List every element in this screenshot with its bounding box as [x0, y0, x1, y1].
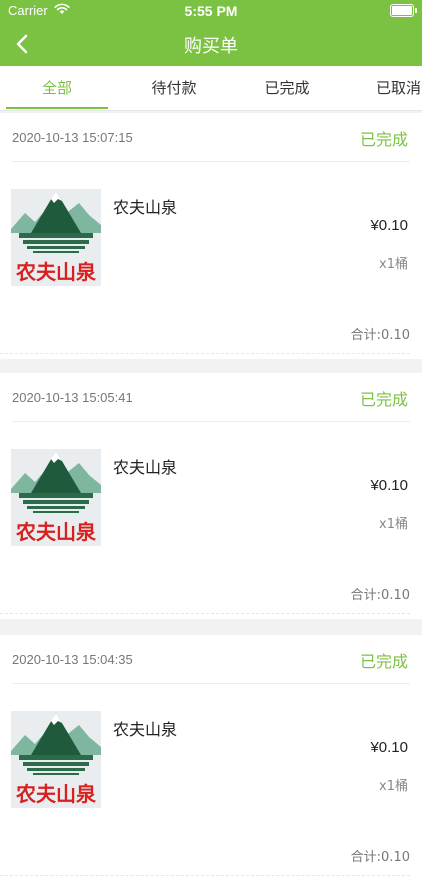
tab-pending-payment[interactable]: 待付款	[120, 66, 228, 110]
divider	[12, 161, 410, 162]
order-card[interactable]: 2020-10-13 15:07:15 已完成 农夫山泉 农夫山泉 ¥0.10 …	[0, 113, 422, 359]
order-card[interactable]: 2020-10-13 15:04:35 已完成 农夫山泉 农夫山泉 ¥0.10 …	[0, 635, 422, 881]
product-quantity: x1桶	[379, 257, 408, 272]
product-image: 农夫山泉	[11, 711, 101, 808]
divider	[12, 683, 410, 684]
order-status: 已完成	[359, 652, 408, 671]
order-time: 2020-10-13 15:04:35	[12, 652, 133, 667]
battery-level	[392, 6, 412, 15]
product-image: 农夫山泉	[11, 189, 101, 286]
product-name: 农夫山泉	[113, 720, 178, 739]
tab-cancelled[interactable]: 已取消	[376, 66, 422, 110]
page-title: 购买单	[184, 36, 238, 57]
order-total: 合计:0.10	[350, 850, 410, 865]
status-time: 5:55 PM	[184, 3, 238, 19]
brand-logo-text: 农夫山泉	[15, 782, 97, 806]
brand-logo-text: 农夫山泉	[15, 260, 97, 284]
product-price: ¥0.10	[370, 477, 408, 494]
product-price: ¥0.10	[370, 739, 408, 756]
order-status: 已完成	[359, 130, 408, 149]
product-name: 农夫山泉	[113, 198, 178, 217]
order-time: 2020-10-13 15:07:15	[12, 130, 133, 145]
product-quantity: x1桶	[379, 517, 408, 532]
dashed-divider	[0, 613, 410, 614]
order-total: 合计:0.10	[350, 328, 410, 343]
product-price: ¥0.10	[370, 217, 408, 234]
active-tab-indicator	[6, 107, 108, 109]
order-card[interactable]: 2020-10-13 15:05:41 已完成 农夫山泉 农夫山泉 ¥0.10 …	[0, 373, 422, 619]
product-image: 农夫山泉	[11, 449, 101, 546]
status-bar: Carrier 5:55 PM	[0, 0, 422, 22]
order-total: 合计:0.10	[350, 588, 410, 603]
divider	[12, 421, 410, 422]
order-status: 已完成	[359, 390, 408, 409]
product-quantity: x1桶	[379, 779, 408, 794]
dashed-divider	[0, 875, 410, 876]
dashed-divider	[0, 353, 410, 354]
product-name: 农夫山泉	[113, 458, 178, 477]
order-time: 2020-10-13 15:05:41	[12, 390, 133, 405]
battery-icon	[390, 4, 417, 17]
tab-all[interactable]: 全部	[6, 66, 108, 110]
nav-bar: 购买单	[0, 22, 422, 66]
brand-logo-text: 农夫山泉	[15, 520, 97, 544]
tab-completed[interactable]: 已完成	[235, 66, 339, 110]
app-header: Carrier 5:55 PM 购买单	[0, 0, 422, 66]
tab-bar: 全部 待付款 已完成 已取消	[0, 66, 422, 111]
